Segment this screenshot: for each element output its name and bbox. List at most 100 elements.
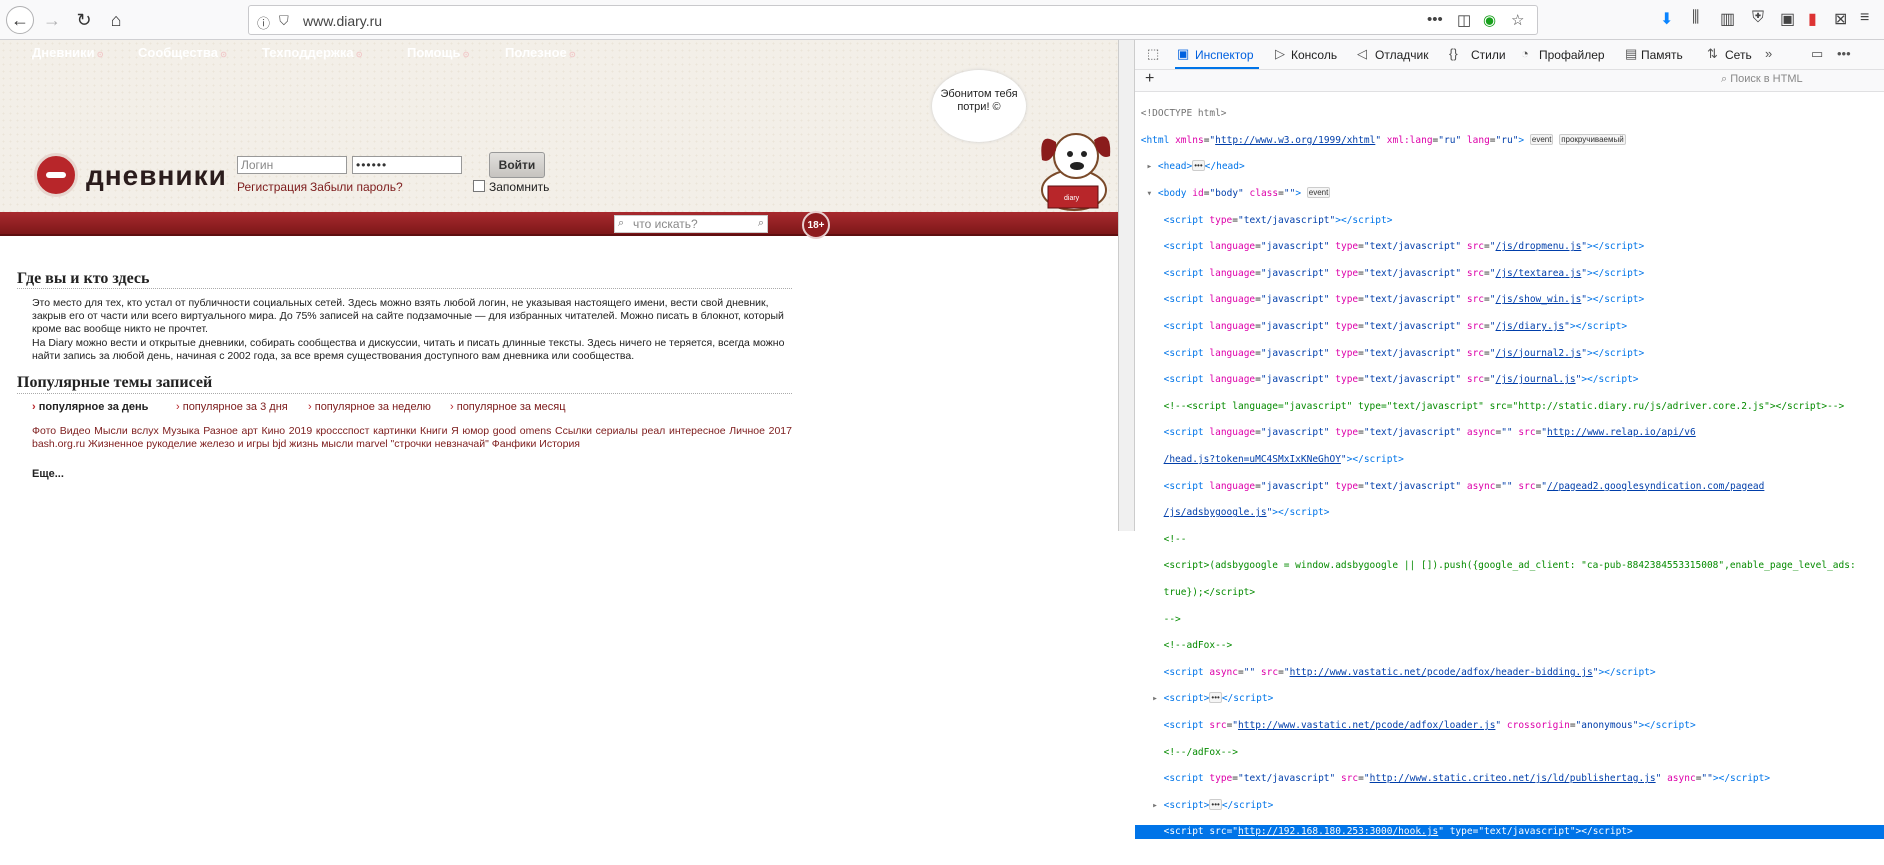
menu-item-help[interactable]: Помощь bbox=[407, 45, 469, 60]
logo-icon[interactable] bbox=[34, 153, 78, 197]
dock-icon[interactable]: ▭ bbox=[1811, 46, 1823, 62]
tree-node[interactable]: <script type="text/javascript" src="http… bbox=[1135, 772, 1884, 785]
forward-button[interactable]: → bbox=[38, 6, 66, 34]
tab-styles[interactable]: Стили bbox=[1471, 48, 1506, 62]
back-button[interactable]: ← bbox=[6, 6, 34, 34]
reload-button[interactable]: ↻ bbox=[70, 6, 98, 34]
tab-console[interactable]: Консоль bbox=[1291, 48, 1337, 62]
memory-icon: ▤ bbox=[1625, 46, 1638, 61]
tree-node[interactable]: <script language="javascript" type="text… bbox=[1135, 347, 1884, 360]
sidebar-icon[interactable]: ▥ bbox=[1720, 9, 1735, 29]
collapsed-badge[interactable]: ••• bbox=[1209, 692, 1222, 704]
element-picker-icon[interactable]: ⬚ bbox=[1147, 46, 1159, 62]
tree-node[interactable]: <script type="text/javascript"></script> bbox=[1135, 214, 1884, 227]
tree-node[interactable]: <script language="javascript" type="text… bbox=[1135, 480, 1884, 493]
library-icon[interactable]: ⫼ bbox=[1692, 9, 1699, 27]
home-button[interactable]: ⌂ bbox=[102, 6, 130, 34]
tree-node[interactable]: <script>(adsbygoogle = window.adsbygoogl… bbox=[1135, 559, 1884, 572]
html-search-input[interactable]: ⌕ Поиск в HTML bbox=[1721, 73, 1884, 86]
site-logo-text[interactable]: дневники bbox=[86, 160, 227, 192]
about-paragraph-1: Это место для тех, кто устал от публично… bbox=[32, 297, 784, 335]
extension-icon[interactable]: ◉ bbox=[1483, 11, 1496, 29]
tree-node[interactable]: <script src="http://www.vastatic.net/pco… bbox=[1135, 719, 1884, 732]
devtools-tabbar: ⬚ ▣ Инспектор ▷ Консоль ◁ Отладчик {} Ст… bbox=[1135, 40, 1884, 70]
tab-memory[interactable]: Память bbox=[1641, 48, 1683, 62]
tree-node[interactable]: ▸ <script> ••• </script> bbox=[1135, 798, 1884, 812]
more-link[interactable]: Еще... bbox=[32, 468, 64, 480]
shield-extension-icon[interactable]: ⛨ bbox=[1752, 9, 1764, 27]
tree-node[interactable]: <!-- bbox=[1135, 533, 1884, 546]
tab-popular-3days[interactable]: популярное за 3 дня bbox=[176, 401, 288, 413]
tree-node[interactable]: /head.js?token=uMC4SMxIxKNeGhOY"></scrip… bbox=[1135, 453, 1884, 466]
overflow-chevron-icon[interactable]: » bbox=[1765, 46, 1772, 61]
hamburger-menu-icon[interactable]: ≡ bbox=[1860, 9, 1869, 27]
menu-item-support[interactable]: Техподдержка bbox=[262, 45, 363, 60]
age-rating-badge: 18+ bbox=[802, 211, 830, 239]
main-menu-bar bbox=[0, 212, 1118, 236]
tree-node[interactable]: <!DOCTYPE html> bbox=[1135, 107, 1884, 120]
register-link[interactable]: Регистрация bbox=[237, 180, 307, 194]
remember-label: Запомнить bbox=[489, 180, 550, 194]
tree-node[interactable]: <script async="" src="http://www.vastati… bbox=[1135, 666, 1884, 679]
collapsed-badge[interactable]: ••• bbox=[1192, 160, 1205, 172]
tab-network[interactable]: Сеть bbox=[1725, 48, 1752, 62]
tree-node[interactable]: ▸ <head> ••• </head> bbox=[1135, 160, 1884, 173]
tree-node[interactable]: <script language="javascript" type="text… bbox=[1135, 267, 1884, 280]
shield-icon[interactable]: ⛉ bbox=[279, 13, 289, 29]
event-badge[interactable]: event bbox=[1306, 187, 1331, 199]
menu-item-useful[interactable]: Полезное bbox=[505, 45, 576, 60]
tools-icon[interactable]: ⊠ bbox=[1834, 9, 1847, 29]
tree-node[interactable]: ▸ <script> ••• </script> bbox=[1135, 692, 1884, 705]
tree-node[interactable]: <!--<script language="javascript" type="… bbox=[1135, 400, 1884, 413]
add-node-icon[interactable]: + bbox=[1145, 70, 1154, 88]
tree-node[interactable]: <!--adFox--> bbox=[1135, 639, 1884, 652]
tree-node[interactable]: <script language="javascript" type="text… bbox=[1135, 426, 1884, 439]
tree-node[interactable]: <script language="javascript" type="text… bbox=[1135, 240, 1884, 253]
bookmark-star-icon[interactable]: ☆ bbox=[1511, 11, 1524, 29]
tree-node[interactable]: <html xmlns="http://www.w3.org/1999/xhtm… bbox=[1135, 133, 1884, 147]
search-icon: ⌕ bbox=[1721, 73, 1731, 85]
tree-node[interactable]: true});</script> bbox=[1135, 586, 1884, 599]
url-text[interactable]: www.diary.ru bbox=[303, 13, 382, 29]
tree-node[interactable]: <script language="javascript" type="text… bbox=[1135, 320, 1884, 333]
event-badge[interactable]: event bbox=[1529, 133, 1554, 145]
menu-item-communities[interactable]: Сообщества bbox=[138, 45, 227, 60]
download-icon[interactable]: ⬇ bbox=[1660, 9, 1673, 29]
devtools-menu-icon[interactable]: ••• bbox=[1837, 46, 1851, 61]
section-title-about: Где вы и кто здесь bbox=[17, 270, 150, 287]
tab-debugger[interactable]: Отладчик bbox=[1375, 48, 1428, 62]
tree-node[interactable]: ▾ <body id="body" class=""> event bbox=[1135, 187, 1884, 200]
scroll-badge[interactable]: прокручиваемый bbox=[1559, 133, 1626, 145]
battery-icon[interactable]: ▮ bbox=[1808, 9, 1817, 29]
tree-node[interactable]: --> bbox=[1135, 613, 1884, 626]
pocket-icon[interactable]: ◫ bbox=[1457, 11, 1471, 29]
tab-inspector[interactable]: Инспектор bbox=[1195, 48, 1254, 62]
tree-node[interactable]: <!--/adFox--> bbox=[1135, 746, 1884, 759]
more-actions-icon[interactable]: ••• bbox=[1427, 11, 1443, 28]
tab-popular-week[interactable]: популярное за неделю bbox=[308, 401, 431, 413]
login-input[interactable]: Логин bbox=[237, 156, 347, 174]
tab-popular-month[interactable]: популярное за месяц bbox=[450, 401, 566, 413]
site-search-input[interactable]: ⌕ что искать? ⌕ bbox=[614, 215, 768, 233]
login-button[interactable]: Войти bbox=[489, 152, 545, 178]
info-icon[interactable]: ⓘ bbox=[257, 13, 270, 32]
tab-popular-day[interactable]: популярное за день bbox=[32, 401, 149, 413]
menu-item-diaries[interactable]: Дневники bbox=[32, 45, 104, 60]
tab-profiler[interactable]: Профайлер bbox=[1539, 48, 1605, 62]
password-input[interactable]: •••••• bbox=[352, 156, 462, 174]
inspector-icon: ▣ bbox=[1177, 46, 1190, 61]
active-tab-indicator bbox=[1175, 67, 1259, 69]
collapsed-badge[interactable]: ••• bbox=[1209, 798, 1222, 810]
tree-node-selected[interactable]: <script src="http://192.168.180.253:3000… bbox=[1135, 825, 1884, 839]
tree-node[interactable]: /js/adsbygoogle.js"></script> bbox=[1135, 506, 1884, 519]
tree-node[interactable]: <script language="javascript" type="text… bbox=[1135, 293, 1884, 306]
screenshot-icon[interactable]: ▣ bbox=[1780, 9, 1795, 29]
address-bar[interactable]: ⓘ ⛉ www.diary.ru ••• ◫ ◉ ☆ bbox=[248, 5, 1538, 35]
tree-node[interactable]: <script language="javascript" type="text… bbox=[1135, 373, 1884, 386]
forgot-password-link[interactable]: Забыли пароль? bbox=[310, 180, 403, 194]
panel-splitter[interactable] bbox=[1118, 40, 1134, 531]
tag-cloud[interactable]: Фото Видео Мысли вслух Музыка Разное арт… bbox=[32, 425, 792, 451]
search-go-icon[interactable]: ⌕ bbox=[758, 217, 764, 230]
mascot-dog-image: diary bbox=[1041, 133, 1111, 211]
remember-checkbox[interactable] bbox=[473, 180, 485, 192]
